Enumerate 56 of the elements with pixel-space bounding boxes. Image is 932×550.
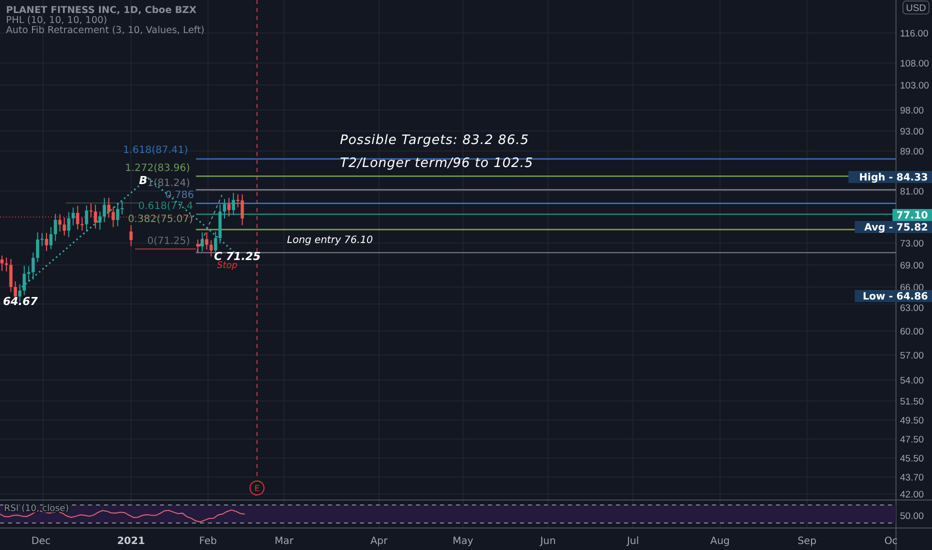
chart-annotation: T2/Longer term/96 to 102.5 (340, 156, 534, 171)
fib-level-label: 1.618(87.41) (122, 145, 188, 156)
price-tick: 116.00 (900, 28, 928, 40)
price-tick: 93.00 (900, 126, 924, 138)
price-tick: 45.50 (900, 454, 924, 464)
chart-annotation: Possible Targets: 83.2 86.5 (340, 133, 529, 148)
chart-annotation: Stop (217, 261, 238, 271)
price-label: 77.10 (892, 209, 932, 222)
fib-level-label: 0.618(77.4 (138, 201, 193, 212)
fib-base-line (134, 248, 196, 250)
time-tick: Oc (884, 536, 898, 547)
price-tick: 69.00 (900, 260, 924, 272)
rsi-label[interactable]: RSI (10, close) (4, 504, 69, 514)
price-tick: 57.00 (900, 350, 924, 362)
time-tick: Aug (710, 536, 730, 547)
time-tick: Apr (370, 536, 388, 547)
price-tick: 47.50 (900, 434, 924, 446)
price-tick: 103.00 (900, 80, 930, 92)
currency-label[interactable]: USD (902, 0, 930, 14)
chart-annotation: 64.67 (3, 295, 38, 308)
price-tick: 54.00 (900, 376, 924, 386)
time-tick: Feb (199, 536, 217, 547)
price-tick: 108.00 (900, 58, 930, 70)
time-tick: May (452, 536, 474, 547)
time-tick: Jun (540, 536, 556, 547)
fib-level-label: 0(71.25) (147, 236, 190, 247)
fib-level-label: 0.382(75.07) (128, 214, 193, 225)
time-tick: Sep (798, 536, 816, 547)
chart-annotation: B (139, 174, 148, 187)
price-tick: 60.00 (900, 326, 924, 338)
price-label: High - 84.33 (848, 171, 932, 184)
symbol-title: PLANET FITNESS INC, 1D, Cboe BZX (6, 5, 196, 16)
time-tick: 2021 (117, 536, 145, 547)
price-tick: 42.00 (900, 490, 924, 500)
price-tick: 43.70 (900, 472, 924, 484)
fib-level-label: 0.786 (165, 190, 194, 201)
price-label: Avg - 75.82 (854, 221, 932, 234)
event-marker-icon[interactable]: E (250, 480, 264, 496)
price-tick: 73.00 (900, 238, 924, 250)
price-label: Low - 64.86 (854, 290, 932, 302)
fib-level-label: 1.272(83.96) (124, 163, 190, 174)
price-tick: 50.00 (900, 511, 924, 522)
candlestick (129, 224, 133, 246)
fib-level-label: 1(81.24) (147, 178, 190, 189)
time-tick: Mar (274, 536, 294, 547)
chart-annotation: Long entry 76.10 (287, 235, 373, 246)
time-tick: Jul (626, 536, 640, 547)
indicator-label[interactable]: PHL (10, 10, 10, 100) (6, 15, 108, 26)
price-tick: 63.00 (900, 303, 924, 314)
price-tick: 49.50 (900, 416, 924, 426)
price-tick: 51.50 (900, 396, 924, 408)
time-tick: Dec (31, 536, 51, 547)
price-tick: 81.00 (900, 186, 924, 198)
price-tick: 98.00 (900, 106, 924, 116)
price-tick: 89.00 (900, 146, 924, 158)
indicator-label[interactable]: Auto Fib Retracement (3, 10, Values, Left) (6, 25, 205, 36)
